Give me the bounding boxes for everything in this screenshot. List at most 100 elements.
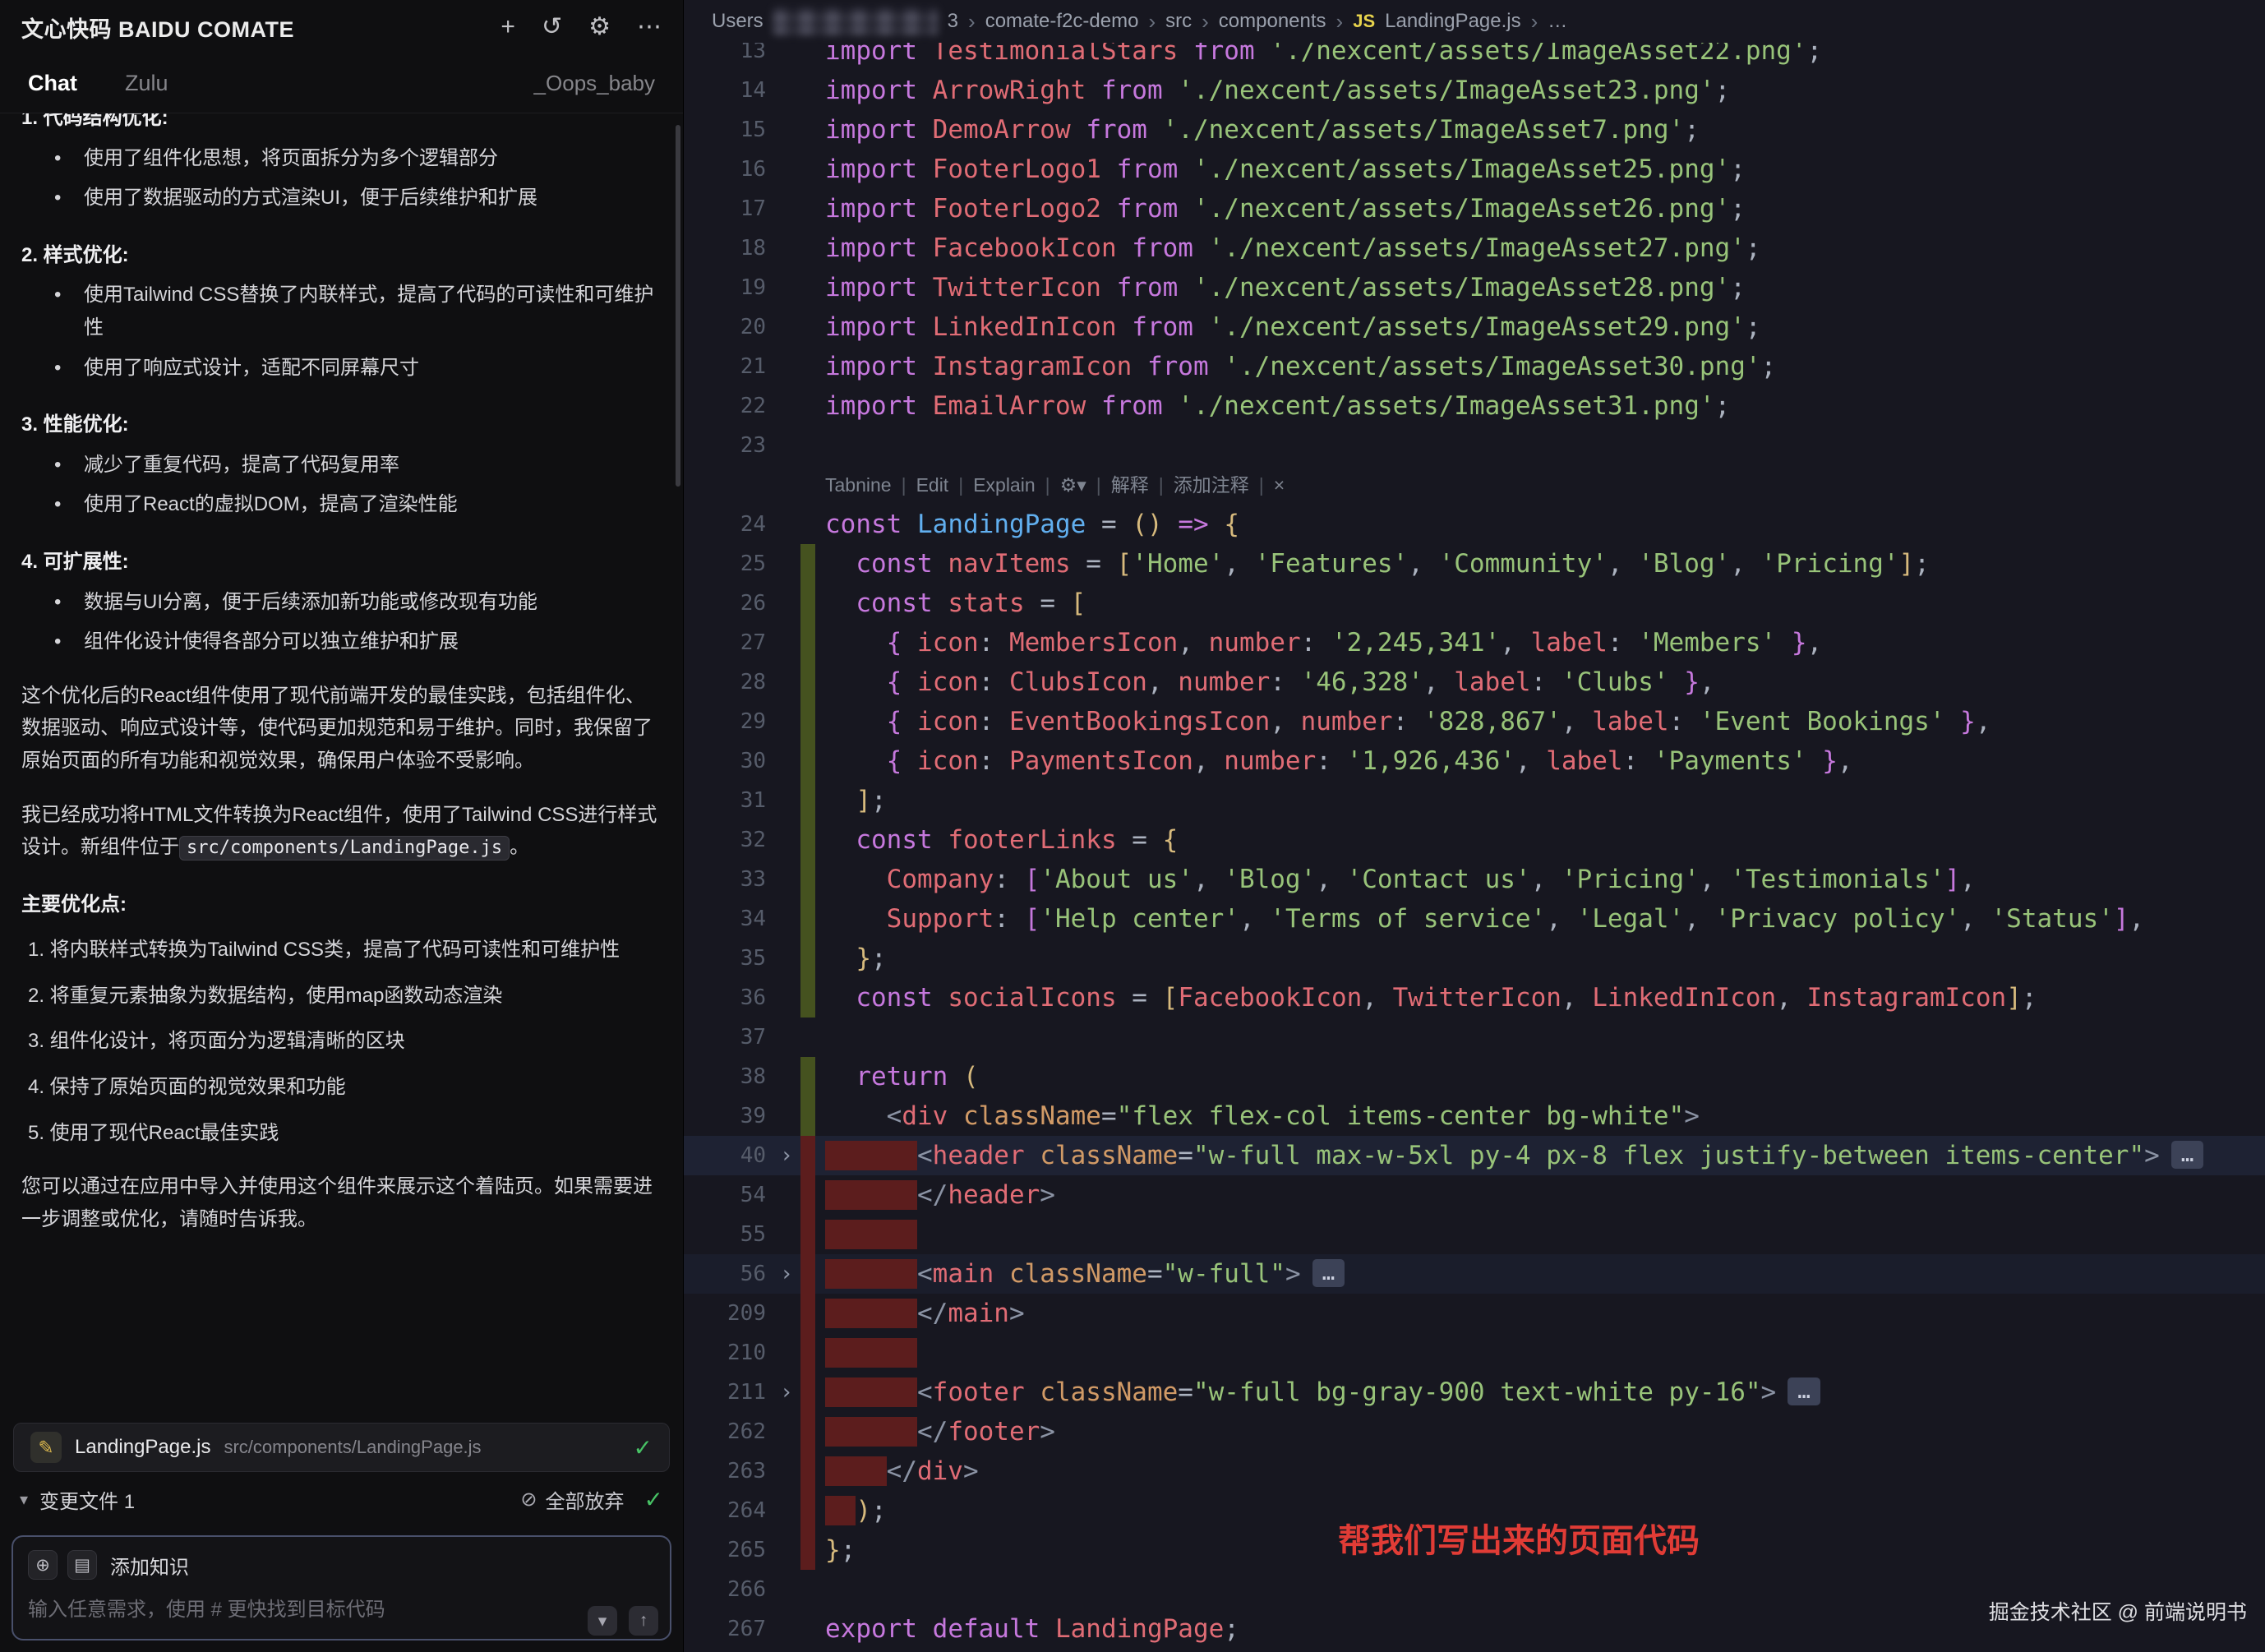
- file-accepted-check-icon[interactable]: ✓: [634, 1434, 653, 1461]
- code-line[interactable]: 14import ArrowRight from './nexcent/asse…: [684, 71, 2265, 110]
- knowledge-icon[interactable]: ▤: [67, 1550, 97, 1580]
- diff-gutter-indicator: [800, 1175, 815, 1215]
- chat-scrollbar[interactable]: [676, 125, 680, 487]
- code-line[interactable]: 15import DemoArrow from './nexcent/asset…: [684, 110, 2265, 150]
- code-line[interactable]: 20import LinkedInIcon from './nexcent/as…: [684, 307, 2265, 347]
- code-line[interactable]: 211› <footer className="w-full bg-gray-9…: [684, 1373, 2265, 1412]
- code-line[interactable]: 40› <header className="w-full max-w-5xl …: [684, 1136, 2265, 1175]
- code-line[interactable]: 32 const footerLinks = {: [684, 820, 2265, 860]
- code-line[interactable]: 25 const navItems = ['Home', 'Features',…: [684, 544, 2265, 584]
- code-line[interactable]: 210: [684, 1333, 2265, 1373]
- code-text: </main>: [825, 1294, 2265, 1333]
- code-line[interactable]: 21import InstagramIcon from './nexcent/a…: [684, 347, 2265, 386]
- line-number: 17: [684, 189, 773, 228]
- gear-icon[interactable]: ⚙: [588, 15, 611, 39]
- accept-all-check-icon[interactable]: ✓: [644, 1486, 663, 1513]
- line-number: 211: [684, 1373, 773, 1412]
- code-line[interactable]: 263 </div>: [684, 1451, 2265, 1491]
- code-line[interactable]: 19import TwitterIcon from './nexcent/ass…: [684, 268, 2265, 307]
- breadcrumb-item[interactable]: src: [1165, 10, 1192, 33]
- inline-action-separator: |: [958, 465, 963, 505]
- code-line[interactable]: 34 Support: ['Help center', 'Terms of se…: [684, 899, 2265, 939]
- history-icon[interactable]: ↺: [542, 15, 562, 39]
- close-icon[interactable]: ×: [1274, 465, 1285, 505]
- code-line[interactable]: 29 { icon: EventBookingsIcon, number: '8…: [684, 702, 2265, 741]
- watermark-credit: 掘金技术社区 @ 前端说明书: [1989, 1596, 2247, 1626]
- inline-action-separator: |: [1045, 465, 1050, 505]
- code-line[interactable]: 23: [684, 426, 2265, 465]
- diff-gutter-indicator: [800, 426, 815, 465]
- code-line[interactable]: 18import FacebookIcon from './nexcent/as…: [684, 228, 2265, 268]
- edit-pencil-icon: ✎: [30, 1432, 62, 1463]
- inline-action[interactable]: Edit: [916, 465, 949, 505]
- changed-files-label: 变更文件 1: [39, 1485, 135, 1514]
- changed-file-card[interactable]: ✎ LandingPage.js src/components/LandingP…: [13, 1423, 670, 1472]
- code-text: <div className="flex flex-col items-cent…: [825, 1096, 2265, 1136]
- code-line[interactable]: 16import FooterLogo1 from './nexcent/ass…: [684, 150, 2265, 189]
- code-line[interactable]: 31 ];: [684, 781, 2265, 820]
- add-circle-icon[interactable]: ⊕: [28, 1550, 58, 1580]
- breadcrumb-item[interactable]: …: [1548, 10, 1567, 33]
- plus-icon[interactable]: +: [501, 15, 515, 39]
- chevron-down-icon[interactable]: ▾: [20, 1489, 28, 1510]
- folded-code-ellipsis[interactable]: …: [1312, 1259, 1345, 1287]
- fold-gutter: [773, 1609, 800, 1649]
- code-line[interactable]: 17import FooterLogo2 from './nexcent/ass…: [684, 189, 2265, 228]
- breadcrumb-item[interactable]: Users: [712, 10, 763, 33]
- discard-all-button[interactable]: ⊘ 全部放弃: [520, 1485, 624, 1514]
- inline-action[interactable]: Tabnine: [825, 465, 892, 505]
- inline-action[interactable]: Explain: [973, 465, 1035, 505]
- fold-chevron-icon[interactable]: ›: [773, 1254, 800, 1294]
- tab-zulu[interactable]: Zulu: [125, 71, 168, 96]
- code-line[interactable]: 54 </header>: [684, 1175, 2265, 1215]
- folded-code-ellipsis[interactable]: …: [1788, 1377, 1820, 1405]
- tab-chat[interactable]: Chat: [28, 71, 77, 96]
- code-line[interactable]: 30 { icon: PaymentsIcon, number: '1,926,…: [684, 741, 2265, 781]
- diff-gutter-indicator: [800, 386, 815, 426]
- code-line[interactable]: 39 <div className="flex flex-col items-c…: [684, 1096, 2265, 1136]
- redacted-username: [773, 8, 938, 35]
- code-line[interactable]: 209 </main>: [684, 1294, 2265, 1333]
- code-line[interactable]: 22import EmailArrow from './nexcent/asse…: [684, 386, 2265, 426]
- breadcrumb-item[interactable]: components: [1219, 10, 1326, 33]
- input-footer-icons: ▾↑: [588, 1606, 658, 1636]
- code-line[interactable]: 262 </footer>: [684, 1412, 2265, 1451]
- code-line[interactable]: 24const LandingPage = () => {: [684, 505, 2265, 544]
- chat-numbered-item: 4. 保持了原始页面的视觉效果和功能: [28, 1071, 662, 1104]
- code-line[interactable]: 36 const socialIcons = [FacebookIcon, Tw…: [684, 978, 2265, 1018]
- more-icon[interactable]: ⋯: [637, 15, 662, 39]
- fold-chevron-icon[interactable]: ›: [773, 1373, 800, 1412]
- chat-input-box[interactable]: ⊕▤ 添加知识 输入任意需求，使用 # 更快找到目标代码 ▾↑: [12, 1535, 671, 1640]
- code-line[interactable]: 27 { icon: MembersIcon, number: '2,245,3…: [684, 623, 2265, 662]
- code-line[interactable]: 35 };: [684, 939, 2265, 978]
- code-line[interactable]: 26 const stats = [: [684, 584, 2265, 623]
- code-line[interactable]: 28 { icon: ClubsIcon, number: '46,328', …: [684, 662, 2265, 702]
- code-line[interactable]: 37: [684, 1018, 2265, 1057]
- inline-action[interactable]: 解释: [1111, 465, 1149, 505]
- chevron-down-icon[interactable]: ▾: [588, 1606, 617, 1636]
- code-line[interactable]: 56› <main className="w-full">…: [684, 1254, 2265, 1294]
- send-icon[interactable]: ↑: [629, 1606, 658, 1636]
- assistant-panel: 文心快码 BAIDU COMATE +↺⚙⋯ Chat Zulu _Oops_b…: [0, 0, 684, 1652]
- code-area: 13import TestimonialStars from './nexcen…: [684, 31, 2265, 1649]
- add-knowledge-label[interactable]: 添加知识: [110, 1551, 189, 1580]
- line-number: 31: [684, 781, 773, 820]
- line-number: 23: [684, 426, 773, 465]
- chat-numbered-item: 5. 使用了现代React最佳实践: [28, 1117, 662, 1150]
- gear-icon[interactable]: ⚙▾: [1060, 465, 1086, 505]
- inline-action[interactable]: 添加注释: [1174, 465, 1249, 505]
- breadcrumb-item[interactable]: LandingPage.js: [1385, 10, 1520, 33]
- code-line[interactable]: 33 Company: ['About us', 'Blog', 'Contac…: [684, 860, 2265, 899]
- chat-input-placeholder[interactable]: 输入任意需求，使用 # 更快找到目标代码: [28, 1593, 655, 1622]
- diff-gutter-indicator: [800, 268, 815, 307]
- fold-gutter: [773, 1491, 800, 1530]
- code-line[interactable]: 38 return (: [684, 1057, 2265, 1096]
- fold-chevron-icon[interactable]: ›: [773, 1136, 800, 1175]
- breadcrumb-item[interactable]: comate-f2c-demo: [985, 10, 1139, 33]
- folded-code-ellipsis[interactable]: …: [2171, 1141, 2204, 1169]
- fold-gutter: [773, 1294, 800, 1333]
- code-line[interactable]: 55: [684, 1215, 2265, 1254]
- line-number: 18: [684, 228, 773, 268]
- breadcrumb-item[interactable]: 3: [948, 10, 958, 33]
- session-label: _Oops_baby: [534, 71, 655, 96]
